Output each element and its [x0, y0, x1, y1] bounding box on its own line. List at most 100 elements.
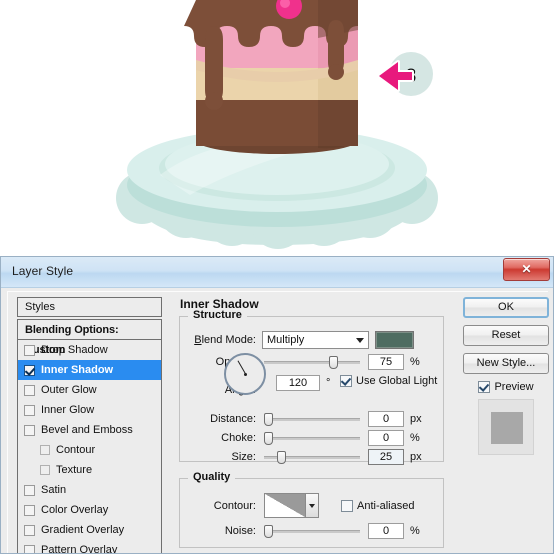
effect-item-gradient-overlay[interactable]: Gradient Overlay — [18, 520, 161, 540]
cake-body — [184, 0, 358, 154]
ok-button[interactable]: OK — [463, 297, 549, 318]
effect-label: Drop Shadow — [41, 344, 108, 356]
effect-item-contour[interactable]: Contour — [18, 440, 161, 460]
blend-mode-row: Blend Mode: Multiply — [188, 331, 438, 349]
dialog-buttons-panel: OK Reset New Style... Preview — [463, 297, 549, 553]
noise-label: Noise: — [224, 525, 256, 537]
anti-aliased-checkbox[interactable]: Anti-aliased — [341, 499, 415, 512]
reset-button[interactable]: Reset — [463, 325, 549, 346]
choke-input[interactable]: 0 — [368, 430, 404, 446]
noise-row: Noise: 0 % — [188, 523, 438, 539]
blending-options-row[interactable]: Blending Options: Custom — [17, 319, 162, 356]
effect-label: Bevel and Emboss — [41, 424, 133, 436]
effect-label: Gradient Overlay — [41, 524, 125, 536]
effect-item-inner-glow[interactable]: Inner Glow — [18, 400, 161, 420]
angle-dial[interactable] — [224, 353, 266, 395]
distance-row: Distance: 0 px — [188, 411, 438, 427]
effect-label: Inner Glow — [41, 404, 95, 416]
angle-unit: ° — [326, 377, 331, 389]
quality-group: Quality Contour: Anti-aliased Noise: 0 % — [179, 471, 444, 548]
effect-label: Contour — [56, 444, 96, 456]
screenshot-root: 8 Layer Style ✕ Styles Blending Options:… — [0, 0, 554, 554]
effect-checkbox[interactable] — [40, 465, 50, 475]
effect-item-outer-glow[interactable]: Outer Glow — [18, 380, 161, 400]
anti-aliased-box — [341, 499, 353, 512]
effect-item-satin[interactable]: Satin — [18, 480, 161, 500]
distance-slider-knob[interactable] — [264, 413, 273, 426]
contour-swatch[interactable] — [264, 493, 306, 518]
choke-slider-knob[interactable] — [264, 432, 273, 445]
effect-item-pattern-overlay[interactable]: Pattern Overlay — [18, 540, 161, 553]
preview-thumbnail-inner — [491, 412, 523, 444]
quality-legend: Quality — [188, 471, 236, 483]
close-icon[interactable]: ✕ — [503, 258, 550, 281]
effect-checkbox[interactable] — [24, 364, 35, 376]
noise-unit: % — [410, 525, 420, 537]
noise-input[interactable]: 0 — [368, 523, 404, 539]
layer-style-dialog: Layer Style ✕ Styles Blending Options: C… — [0, 256, 554, 554]
effect-item-inner-shadow[interactable]: Inner Shadow — [18, 360, 161, 380]
noise-slider[interactable] — [264, 524, 360, 538]
effect-checkbox[interactable] — [40, 445, 50, 455]
cake-drip-left — [205, 26, 223, 102]
effect-label: Satin — [41, 484, 67, 496]
structure-legend: Structure — [188, 309, 247, 321]
contour-row: Contour: Anti-aliased — [188, 493, 414, 518]
chevron-down-icon — [356, 338, 364, 343]
size-row: Size: 25 px — [188, 449, 438, 465]
effect-label: Color Overlay — [41, 504, 109, 516]
contour-curve-icon — [265, 494, 305, 517]
angle-input[interactable]: 120 — [276, 375, 320, 391]
effect-checkbox[interactable] — [24, 504, 35, 516]
noise-slider-knob[interactable] — [264, 525, 273, 538]
effect-item-color-overlay[interactable]: Color Overlay — [18, 500, 161, 520]
preview-box — [478, 381, 491, 393]
contour-label: Contour: — [213, 499, 256, 512]
size-slider[interactable] — [264, 450, 360, 464]
dialog-title: Layer Style — [12, 264, 74, 278]
distance-label: Distance: — [210, 413, 256, 425]
distance-slider[interactable] — [264, 412, 360, 426]
effect-label: Pattern Overlay — [41, 544, 118, 553]
choke-row: Choke: 0 % — [188, 430, 438, 446]
choke-label: Choke: — [221, 432, 256, 444]
distance-slider-track — [264, 418, 360, 421]
angle-dial-needle — [237, 360, 246, 374]
choke-unit: % — [410, 432, 420, 444]
size-unit: px — [410, 451, 422, 463]
effect-checkbox[interactable] — [24, 524, 35, 536]
effect-item-texture[interactable]: Texture — [18, 460, 161, 480]
distance-unit: px — [410, 413, 422, 425]
choke-slider[interactable] — [264, 431, 360, 445]
distance-input[interactable]: 0 — [368, 411, 404, 427]
inner-shadow-panel: Inner Shadow Structure Blend Mode: Multi… — [176, 297, 446, 553]
use-global-light-label: Use Global Light — [356, 375, 438, 387]
use-global-light-checkbox[interactable]: Use Global Light — [340, 375, 437, 387]
size-label: Size: — [231, 451, 256, 463]
effect-checkbox[interactable] — [24, 424, 35, 436]
effect-item-bevel-and-emboss[interactable]: Bevel and Emboss — [18, 420, 161, 440]
styles-header[interactable]: Styles — [17, 297, 162, 317]
effect-label: Inner Shadow — [41, 364, 114, 376]
dialog-titlebar: Layer Style ✕ — [1, 257, 553, 288]
new-style-button[interactable]: New Style... — [463, 353, 549, 374]
effects-list: Drop Shadow Inner Shadow Outer Glow Inner G… — [17, 340, 162, 553]
contour-dropdown-icon[interactable] — [306, 493, 319, 518]
anti-aliased-label: Anti-aliased — [357, 499, 415, 512]
effect-checkbox[interactable] — [24, 344, 35, 356]
angle-value-row: 120 ° — [276, 375, 330, 391]
blend-mode-select[interactable]: Multiply — [262, 331, 369, 349]
blend-color-swatch[interactable] — [375, 331, 414, 349]
effect-label: Texture — [56, 464, 93, 476]
preview-label: Preview — [494, 381, 534, 393]
size-input[interactable]: 25 — [368, 449, 404, 465]
effect-checkbox[interactable] — [24, 484, 35, 496]
size-slider-knob[interactable] — [277, 451, 286, 464]
blend-mode-value: Multiply — [267, 334, 305, 346]
preview-checkbox[interactable]: Preview — [463, 381, 549, 393]
dialog-body: Styles Blending Options: Custom Drop Sha… — [1, 288, 553, 553]
effect-checkbox[interactable] — [24, 384, 35, 396]
effect-checkbox[interactable] — [24, 404, 35, 416]
effect-checkbox[interactable] — [24, 544, 35, 553]
styles-list-panel: Styles Blending Options: Custom Drop Sha… — [17, 297, 162, 553]
